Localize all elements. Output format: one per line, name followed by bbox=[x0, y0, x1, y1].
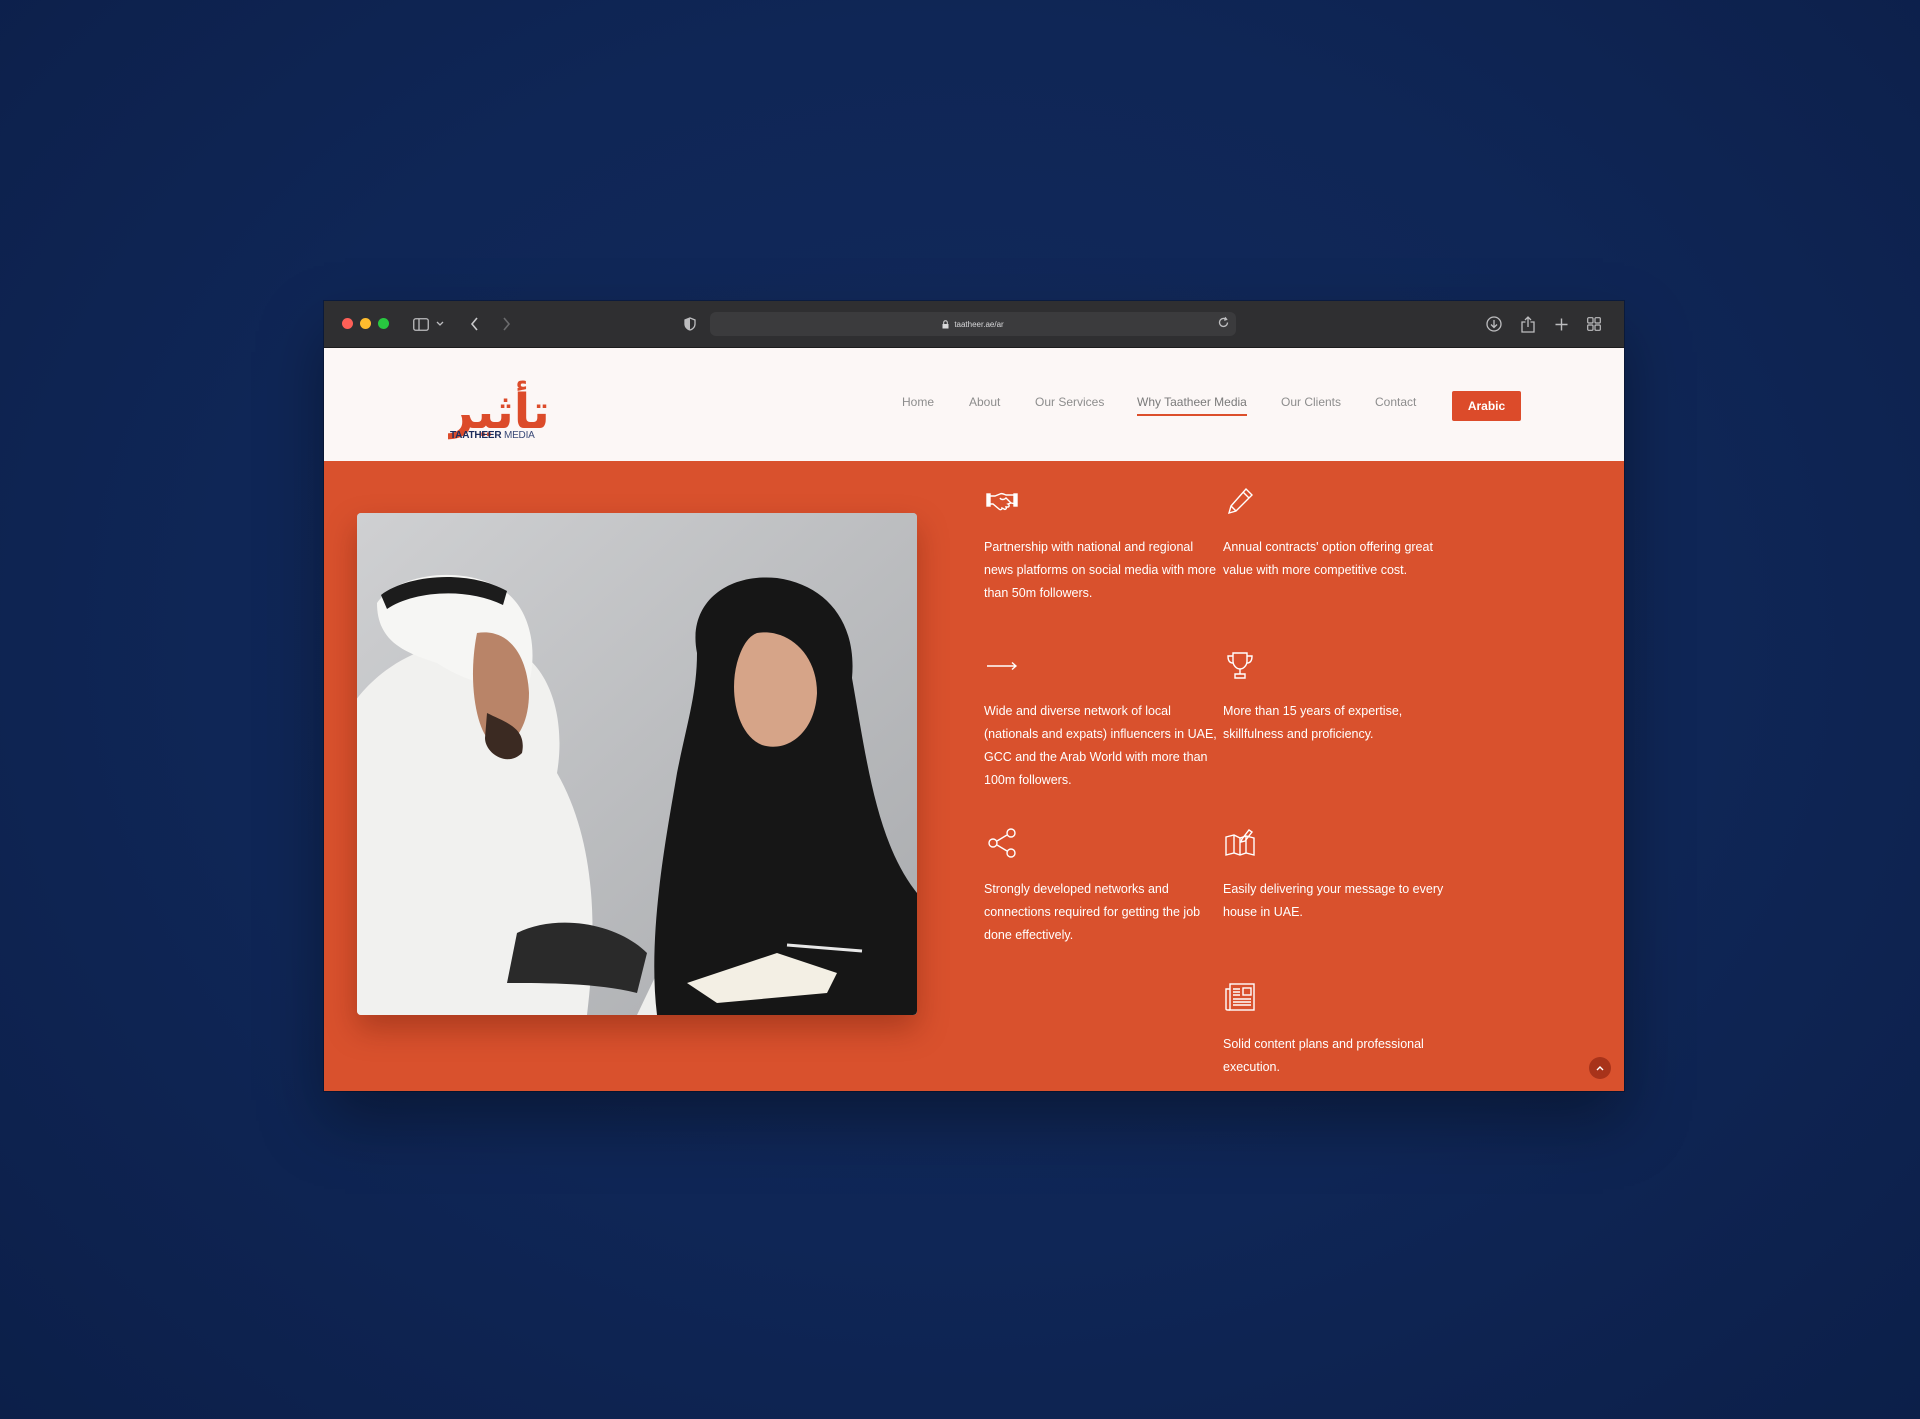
nav-why-taatheer-media[interactable]: Why Taatheer Media bbox=[1137, 395, 1247, 416]
trophy-icon bbox=[1224, 650, 1256, 682]
nav-about[interactable]: About bbox=[969, 395, 1000, 409]
map-icon bbox=[1224, 827, 1256, 859]
reload-icon[interactable] bbox=[1217, 316, 1230, 331]
minimize-window-button[interactable] bbox=[360, 318, 371, 329]
privacy-shield-icon[interactable] bbox=[680, 312, 700, 336]
nav-home[interactable]: Home bbox=[902, 395, 934, 409]
handshake-icon bbox=[986, 486, 1018, 518]
chevron-down-icon[interactable] bbox=[434, 312, 446, 336]
nav-our-clients[interactable]: Our Clients bbox=[1281, 395, 1341, 409]
chevron-up-icon bbox=[1596, 1066, 1604, 1071]
address-bar[interactable]: taatheer.ae/ar bbox=[710, 312, 1236, 336]
meeting-photo bbox=[357, 513, 917, 1015]
why-taatheer-section: Partnership with national and regional n… bbox=[324, 461, 1624, 1091]
forward-icon[interactable] bbox=[496, 312, 516, 336]
browser-window: taatheer.ae/ar تأثير TAATHEER MEDIA Home… bbox=[324, 301, 1624, 1091]
logo-suffix-text: MEDIA bbox=[503, 430, 535, 441]
nav-contact[interactable]: Contact bbox=[1375, 395, 1416, 409]
share-toolbar-icon[interactable] bbox=[1518, 312, 1538, 336]
site-header: تأثير TAATHEER MEDIA Home About Our Serv… bbox=[324, 348, 1624, 461]
logo-caption: TAATHEER MEDIA bbox=[450, 430, 535, 441]
url-text: taatheer.ae/ar bbox=[954, 319, 1004, 329]
feature-text: Solid content plans and professional exe… bbox=[1223, 1037, 1424, 1074]
tab-overview-icon[interactable] bbox=[1584, 312, 1604, 336]
pencil-icon bbox=[1224, 486, 1256, 518]
feature-text: Easily delivering your message to every … bbox=[1223, 882, 1444, 919]
share-icon bbox=[986, 827, 1018, 859]
zoom-window-button[interactable] bbox=[378, 318, 389, 329]
feature-text: Strongly developed networks and connecti… bbox=[984, 882, 1201, 942]
arrow-right-icon bbox=[986, 650, 1018, 682]
download-icon[interactable] bbox=[1484, 312, 1504, 336]
arabic-language-button[interactable]: Arabic bbox=[1452, 391, 1521, 421]
feature-text: More than 15 years of expertise, skillfu… bbox=[1223, 704, 1403, 741]
scroll-to-top-button[interactable] bbox=[1589, 1057, 1611, 1079]
new-tab-icon[interactable] bbox=[1551, 312, 1571, 336]
nav-our-services[interactable]: Our Services bbox=[1035, 395, 1104, 409]
lock-icon bbox=[942, 319, 949, 328]
close-window-button[interactable] bbox=[342, 318, 353, 329]
browser-toolbar: taatheer.ae/ar bbox=[324, 301, 1624, 348]
feature-text: Annual contracts' option offering great … bbox=[1223, 540, 1433, 577]
feature-text: Wide and diverse network of local (natio… bbox=[984, 704, 1217, 787]
logo-brand-text: TAATHEER bbox=[450, 430, 502, 441]
newspaper-icon bbox=[1224, 981, 1256, 1013]
feature-text: Partnership with national and regional n… bbox=[984, 540, 1217, 600]
back-icon[interactable] bbox=[464, 312, 484, 336]
sidebar-icon[interactable] bbox=[410, 312, 432, 336]
